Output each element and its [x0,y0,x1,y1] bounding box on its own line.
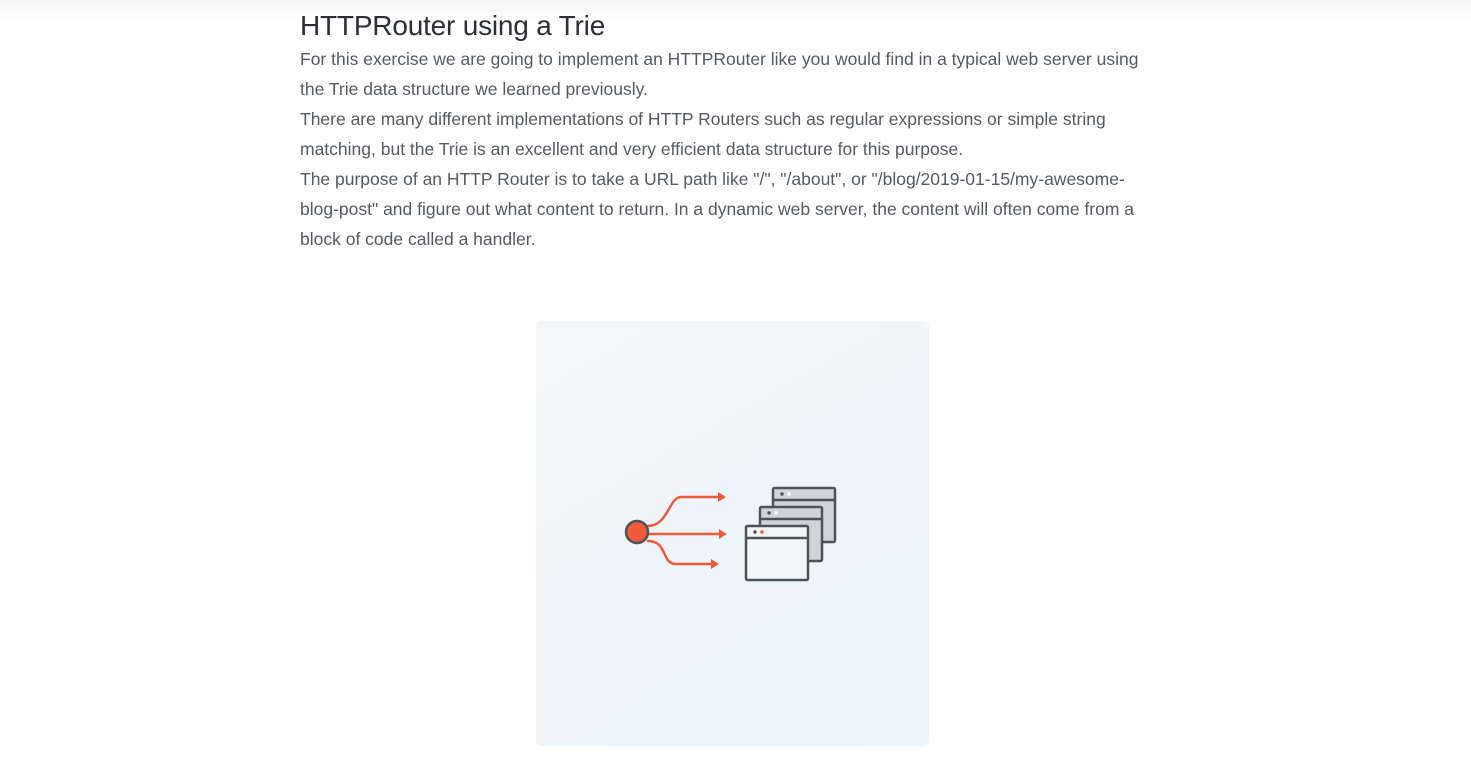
arrowheads [711,492,727,569]
page: HTTPRouter using a Trie For this exercis… [0,0,1471,775]
article-section: HTTPRouter using a Trie For this exercis… [300,8,1160,254]
router-routing-to-pages-icon [624,486,837,582]
page-front-icon [744,524,810,582]
router-illustration [536,321,929,746]
source-node-icon [624,519,650,545]
intro-paragraph: For this exercise we are going to implem… [300,49,1139,99]
routing-arrows [646,495,721,566]
section-title: HTTPRouter using a Trie [300,10,606,41]
implementations-paragraph: There are many different implementations… [300,109,1106,159]
router-purpose-paragraph: The purpose of an HTTP Router is to take… [300,169,1135,249]
